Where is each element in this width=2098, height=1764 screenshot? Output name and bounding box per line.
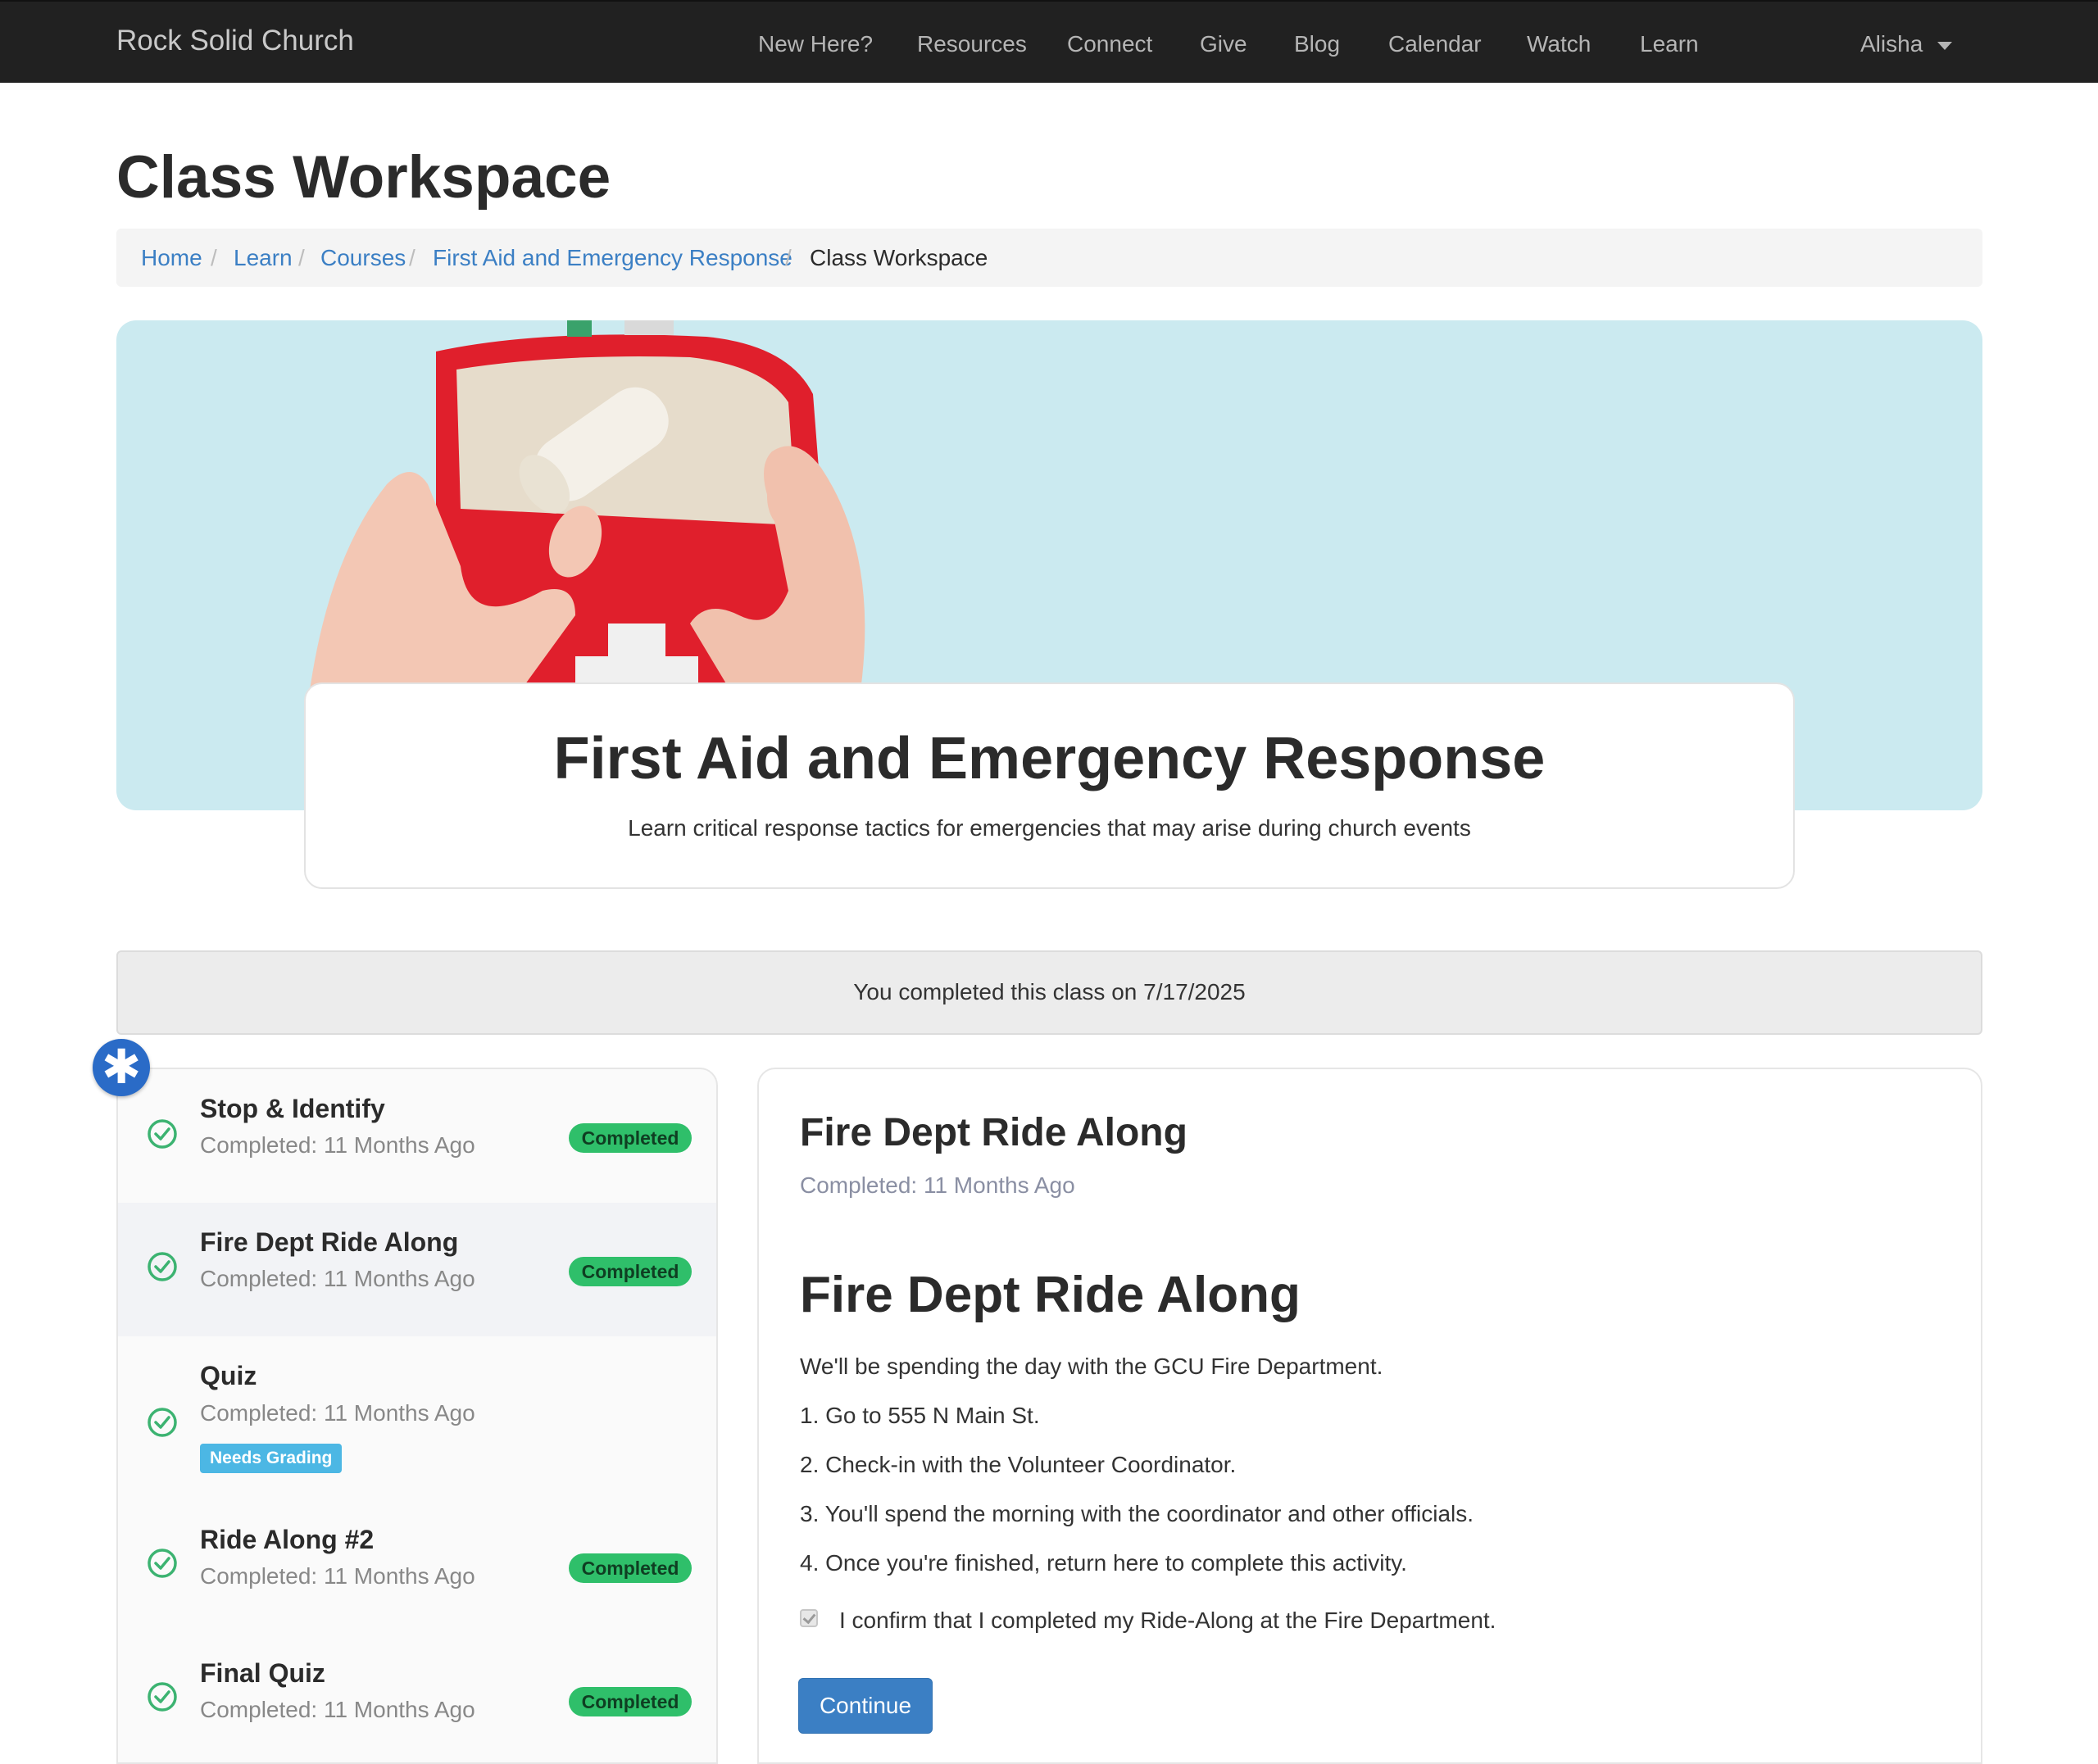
- activity-intro-text: We'll be spending the day with the GCU F…: [800, 1354, 1383, 1379]
- activity-item-quiz[interactable]: Quiz Completed: 11 Months Ago Needs Grad…: [118, 1336, 716, 1500]
- breadcrumb-current: Class Workspace: [810, 245, 988, 270]
- course-title: First Aid and Emergency Response: [553, 726, 1546, 791]
- activity-step-4: 4. Once you're finished, return here to …: [800, 1550, 1407, 1576]
- confirm-checkbox[interactable]: [800, 1609, 818, 1627]
- nav-link-calendar[interactable]: Calendar: [1388, 31, 1482, 57]
- nav-link-resources[interactable]: Resources: [917, 31, 1027, 57]
- top-navbar: Rock Solid Church New Here? Resources Co…: [0, 0, 2098, 83]
- activity-subtitle: Completed: 11 Months Ago: [200, 1132, 475, 1158]
- continue-button[interactable]: Continue: [798, 1678, 933, 1734]
- activity-detail-subtitle: Completed: 11 Months Ago: [800, 1172, 1075, 1198]
- page-title: Class Workspace: [116, 144, 611, 211]
- activity-subtitle: Completed: 11 Months Ago: [200, 1400, 475, 1426]
- breadcrumb-separator: /: [211, 245, 217, 270]
- asterisk-icon[interactable]: ✱: [93, 1039, 150, 1096]
- status-badge: Completed: [569, 1123, 692, 1153]
- needs-grading-badge: Needs Grading: [200, 1444, 343, 1473]
- caret-down-icon[interactable]: [1937, 42, 1952, 50]
- activity-subtitle: Completed: 11 Months Ago: [200, 1697, 475, 1722]
- activity-content-heading: Fire Dept Ride Along: [800, 1267, 1301, 1323]
- activity-title: Fire Dept Ride Along: [200, 1227, 459, 1257]
- breadcrumb-separator: /: [298, 245, 305, 270]
- confirm-label: I confirm that I completed my Ride-Along…: [839, 1608, 1496, 1633]
- activity-item-ride-along-2[interactable]: Ride Along #2 Completed: 11 Months Ago C…: [118, 1500, 716, 1634]
- nav-link-watch[interactable]: Watch: [1527, 31, 1591, 57]
- activity-list: Stop & Identify Completed: 11 Months Ago…: [116, 1068, 718, 1764]
- nav-link-connect[interactable]: Connect: [1067, 31, 1152, 57]
- activity-subtitle: Completed: 11 Months Ago: [200, 1563, 475, 1589]
- nav-link-blog[interactable]: Blog: [1294, 31, 1340, 57]
- activity-detail-panel: Fire Dept Ride Along Completed: 11 Month…: [757, 1068, 1982, 1764]
- activity-step-3: 3. You'll spend the morning with the coo…: [800, 1501, 1474, 1526]
- breadcrumb-course[interactable]: First Aid and Emergency Response: [433, 245, 792, 271]
- completion-message: You completed this class on 7/17/2025: [853, 979, 1246, 1004]
- completion-status-bar: You completed this class on 7/17/2025: [116, 950, 1982, 1035]
- course-description: Learn critical response tactics for emer…: [628, 815, 1471, 841]
- breadcrumb-home[interactable]: Home: [141, 245, 202, 271]
- activity-step-2: 2. Check-in with the Volunteer Coordinat…: [800, 1452, 1237, 1477]
- status-badge: Completed: [569, 1553, 692, 1583]
- activity-title: Stop & Identify: [200, 1094, 385, 1123]
- check-circle-icon: [148, 1252, 177, 1281]
- activity-step-1: 1. Go to 555 N Main St.: [800, 1403, 1040, 1428]
- check-circle-icon: [148, 1119, 177, 1149]
- breadcrumb: Home / Learn / Courses / First Aid and E…: [116, 229, 1982, 287]
- check-circle-icon: [148, 1682, 177, 1712]
- breadcrumb-courses[interactable]: Courses: [320, 245, 406, 271]
- brand-logo-text[interactable]: Rock Solid Church: [116, 25, 354, 57]
- status-badge: Completed: [569, 1687, 692, 1716]
- nav-link-new-here[interactable]: New Here?: [758, 31, 873, 57]
- user-menu[interactable]: Alisha: [1860, 31, 1923, 57]
- status-badge: Completed: [569, 1257, 692, 1286]
- activity-title: Final Quiz: [200, 1658, 325, 1688]
- breadcrumb-separator: /: [409, 245, 416, 270]
- breadcrumb-separator: /: [785, 245, 792, 270]
- course-title-card: First Aid and Emergency Response Learn c…: [304, 682, 1795, 889]
- breadcrumb-learn[interactable]: Learn: [234, 245, 293, 271]
- activity-title: Quiz: [200, 1361, 257, 1390]
- nav-link-give[interactable]: Give: [1200, 31, 1247, 57]
- activity-item-stop-identify[interactable]: Stop & Identify Completed: 11 Months Ago…: [118, 1069, 716, 1203]
- activity-subtitle: Completed: 11 Months Ago: [200, 1266, 475, 1291]
- activity-detail-title: Fire Dept Ride Along: [800, 1111, 1188, 1154]
- check-circle-icon: [148, 1549, 177, 1578]
- activity-title: Ride Along #2: [200, 1525, 375, 1554]
- nav-link-learn[interactable]: Learn: [1640, 31, 1699, 57]
- activity-item-fire-dept-ride-along[interactable]: Fire Dept Ride Along Completed: 11 Month…: [118, 1203, 716, 1336]
- check-circle-icon: [148, 1408, 177, 1437]
- activity-item-final-quiz[interactable]: Final Quiz Completed: 11 Months Ago Comp…: [118, 1634, 716, 1762]
